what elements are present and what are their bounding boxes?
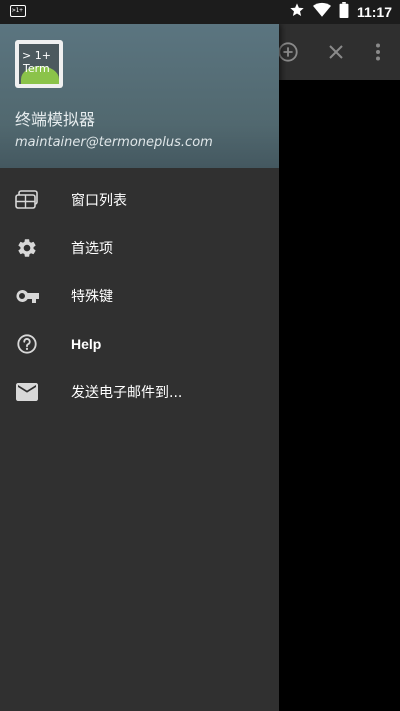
wifi-icon — [312, 2, 331, 22]
key-icon — [15, 284, 39, 308]
screen: >1+ 11:17 > 1+ Term 终端模拟器 maintainer@ter… — [0, 0, 400, 711]
app-title: 终端模拟器 — [15, 110, 96, 129]
navigation-drawer: > 1+ Term 终端模拟器 maintainer@termoneplus.c… — [0, 24, 279, 711]
menu-label-window-list: 窗口列表 — [71, 193, 127, 209]
menu-label-special-keys: 特殊键 — [71, 289, 113, 305]
terminal-notification-icon: >1+ — [10, 5, 26, 17]
add-circle-icon[interactable] — [276, 40, 300, 64]
drawer-menu: 窗口列表 首选项 特殊键 Help 发送电子邮件到... — [0, 168, 279, 416]
star-icon — [289, 2, 305, 22]
app-icon-face: > 1+ Term — [19, 44, 59, 84]
gear-icon — [15, 236, 39, 260]
menu-item-send-email[interactable]: 发送电子邮件到... — [0, 368, 279, 416]
battery-icon — [339, 2, 349, 22]
app-icon-prompt-text: > 1+ — [22, 49, 51, 62]
status-time: 11:17 — [356, 4, 392, 20]
maintainer-email: maintainer@termoneplus.com — [15, 135, 213, 150]
app-icon-term-text: Term — [23, 62, 50, 75]
more-vert-icon[interactable] — [366, 40, 390, 64]
mail-icon — [15, 380, 39, 404]
menu-item-special-keys[interactable]: 特殊键 — [0, 272, 279, 320]
help-icon — [15, 332, 39, 356]
menu-label-help: Help — [71, 336, 102, 352]
status-bar: >1+ 11:17 — [0, 0, 400, 24]
window-list-icon — [15, 188, 39, 212]
menu-label-send-email: 发送电子邮件到... — [71, 385, 183, 401]
close-icon[interactable] — [324, 40, 348, 64]
status-icons: 11:17 — [289, 0, 392, 24]
app-icon: > 1+ Term — [15, 40, 63, 88]
drawer-header: > 1+ Term 终端模拟器 maintainer@termoneplus.c… — [0, 24, 279, 168]
menu-label-preferences: 首选项 — [71, 241, 113, 257]
notification-badge-text: >1+ — [12, 7, 23, 14]
menu-item-preferences[interactable]: 首选项 — [0, 224, 279, 272]
menu-item-help[interactable]: Help — [0, 320, 279, 368]
menu-item-window-list[interactable]: 窗口列表 — [0, 176, 279, 224]
